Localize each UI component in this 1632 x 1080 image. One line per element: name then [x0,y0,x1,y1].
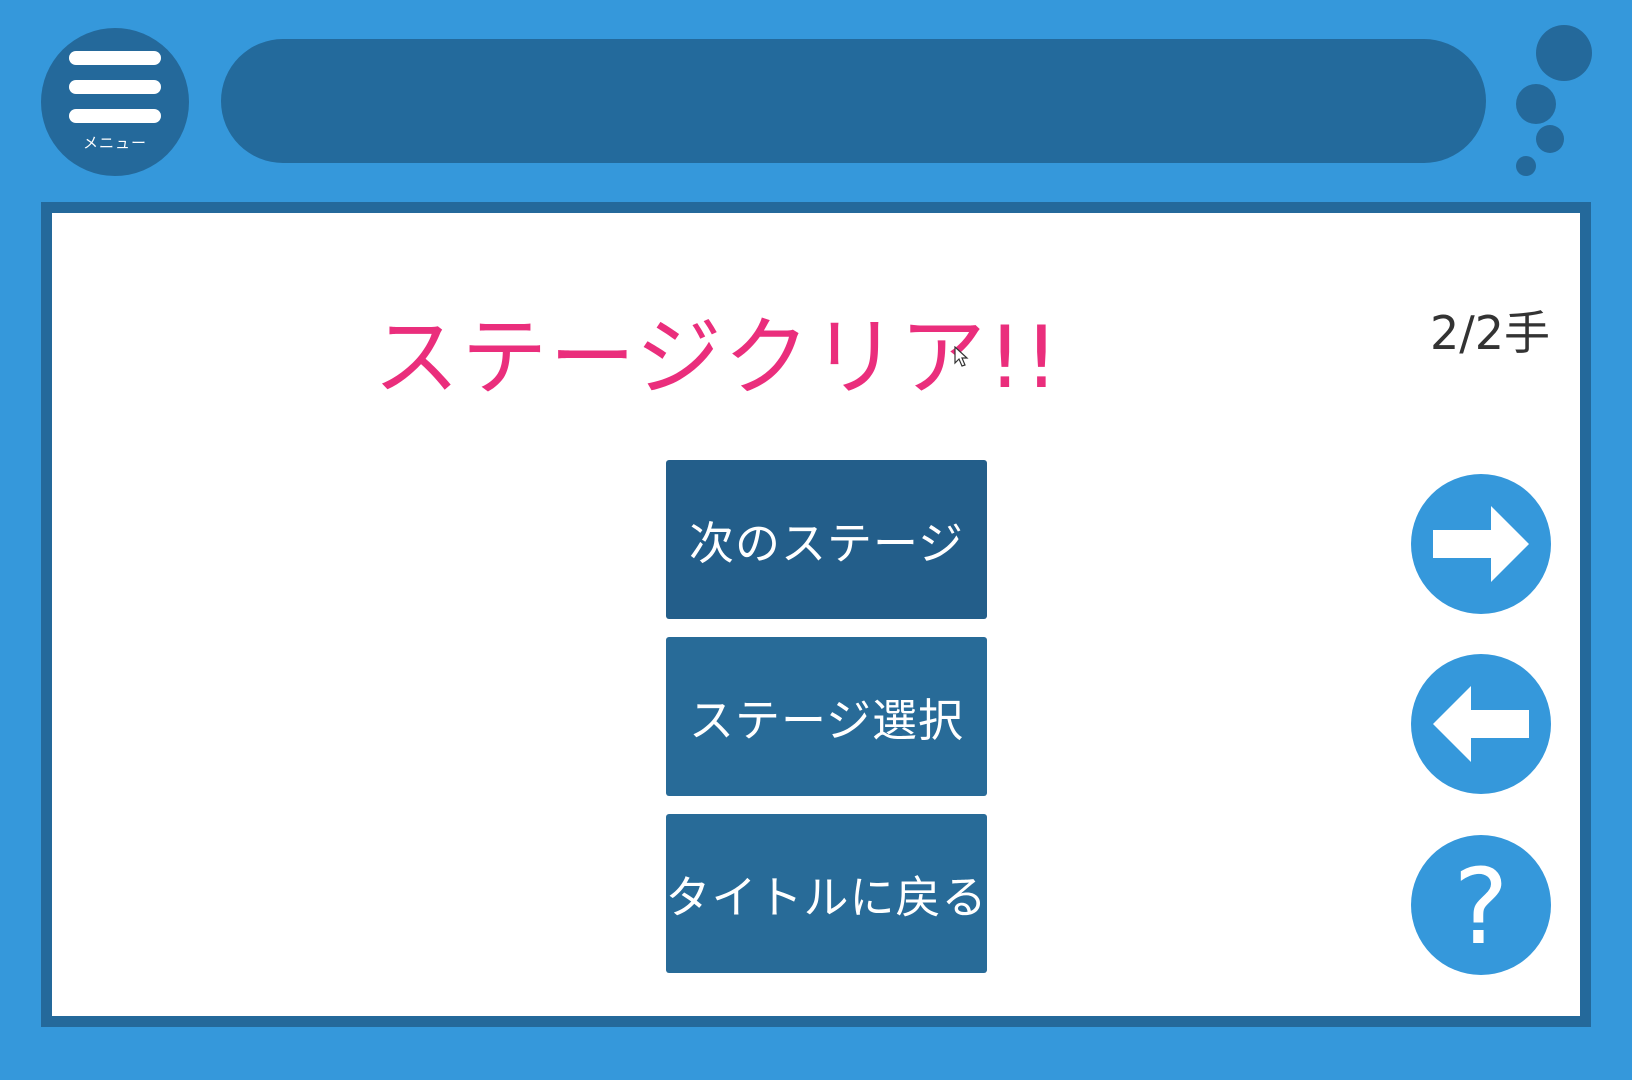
menu-button[interactable]: メニュー [41,28,189,176]
menu-label: メニュー [82,134,147,152]
back-to-title-button[interactable]: タイトルに戻る [666,814,987,973]
bubble-decoration [1536,25,1592,81]
arrow-right-icon [1433,506,1529,582]
help-glyph: ? [1453,846,1508,968]
result-panel: ステージクリア!! 2/2手 次のステージ ステージ選択 タイトルに戻る ? [41,202,1591,1027]
bubble-decoration [1516,156,1536,176]
header-bar [221,39,1486,163]
hamburger-icon-bar [69,109,161,123]
bubble-decoration [1516,84,1556,124]
stage-select-button[interactable]: ステージ選択 [666,637,987,796]
hamburger-icon-bar [69,51,161,65]
help-button[interactable]: ? [1411,835,1551,975]
mouse-cursor-icon [954,346,969,367]
move-counter: 2/2手 [1429,306,1550,360]
hamburger-icon-bar [69,80,161,94]
bubble-decoration [1536,125,1564,153]
stage-clear-title: ステージクリア!! [373,308,1061,408]
previous-button[interactable] [1411,654,1551,794]
next-button[interactable] [1411,474,1551,614]
question-mark-icon: ? [1453,846,1508,968]
arrow-left-icon [1433,686,1529,762]
next-stage-button[interactable]: 次のステージ [666,460,987,619]
